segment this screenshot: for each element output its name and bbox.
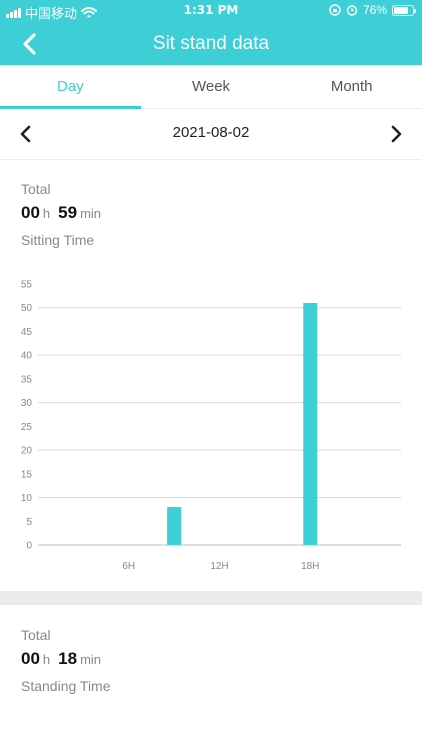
current-date: 2021-08-02 [172,124,250,141]
orientation-lock-icon [329,4,341,16]
date-navigator: 2021-08-02 [0,109,422,160]
sitting-minutes: 59 [58,203,78,222]
y-tick-label: 40 [21,351,33,362]
y-tick-label: 30 [21,398,33,409]
status-bar: 中国移动 1:31 PM 76% [0,0,422,22]
period-tabs: Day Week Month [0,65,422,109]
battery-percent: 76% [362,3,387,17]
status-right: 76% [329,3,416,17]
standing-minutes: 18 [58,649,78,668]
x-tick-label: 18H [301,561,319,572]
standing-caption: Standing Time [21,678,111,694]
sitting-total-label: Total [21,181,51,197]
standing-duration: 00 h 18 min [21,649,111,669]
tab-week[interactable]: Week [141,65,282,108]
y-tick-label: 15 [21,469,33,480]
tab-day[interactable]: Day [0,65,141,108]
y-tick-label: 35 [21,374,33,385]
alarm-icon [346,5,358,16]
y-tick-label: 55 [21,280,33,291]
sitting-hours-unit: h [42,206,51,221]
section-divider [0,591,422,605]
y-tick-label: 10 [21,493,33,504]
standing-minutes-unit: min [80,652,102,667]
sitting-hours: 00 [21,203,40,222]
app-header: 中国移动 1:31 PM 76% Sit stand data [0,0,422,65]
sitting-duration: 00 h 59 min [21,203,422,223]
standing-summary: Total 00 h 18 min Standing Time [0,627,111,694]
y-tick-label: 25 [21,422,33,433]
y-tick-label: 50 [21,303,33,314]
standing-hours-unit: h [42,652,51,667]
battery-icon [392,4,416,16]
sitting-caption: Sitting Time [21,232,95,248]
sitting-bar-chart: 0 5 10 15 20 25 30 35 40 45 50 55 6H 12H 18H [21,280,401,572]
standing-hours: 00 [21,649,40,668]
y-tick-label: 20 [21,446,33,457]
y-tick-label: 5 [26,517,32,528]
x-tick-label: 12H [210,561,228,572]
bar [303,302,318,545]
sitting-summary: Total 00 h 59 min Sitting Time [0,160,422,248]
x-tick-label: 6H [122,561,135,572]
next-day-icon[interactable] [384,122,408,146]
y-tick-label: 0 [26,541,32,552]
page-title: Sit stand data [152,33,270,54]
bar [167,507,182,545]
sitting-minutes-unit: min [80,206,102,221]
standing-total-label: Total [21,627,51,643]
tab-month[interactable]: Month [281,65,422,108]
y-tick-label: 45 [21,327,33,338]
navbar: Sit stand data [0,22,422,65]
